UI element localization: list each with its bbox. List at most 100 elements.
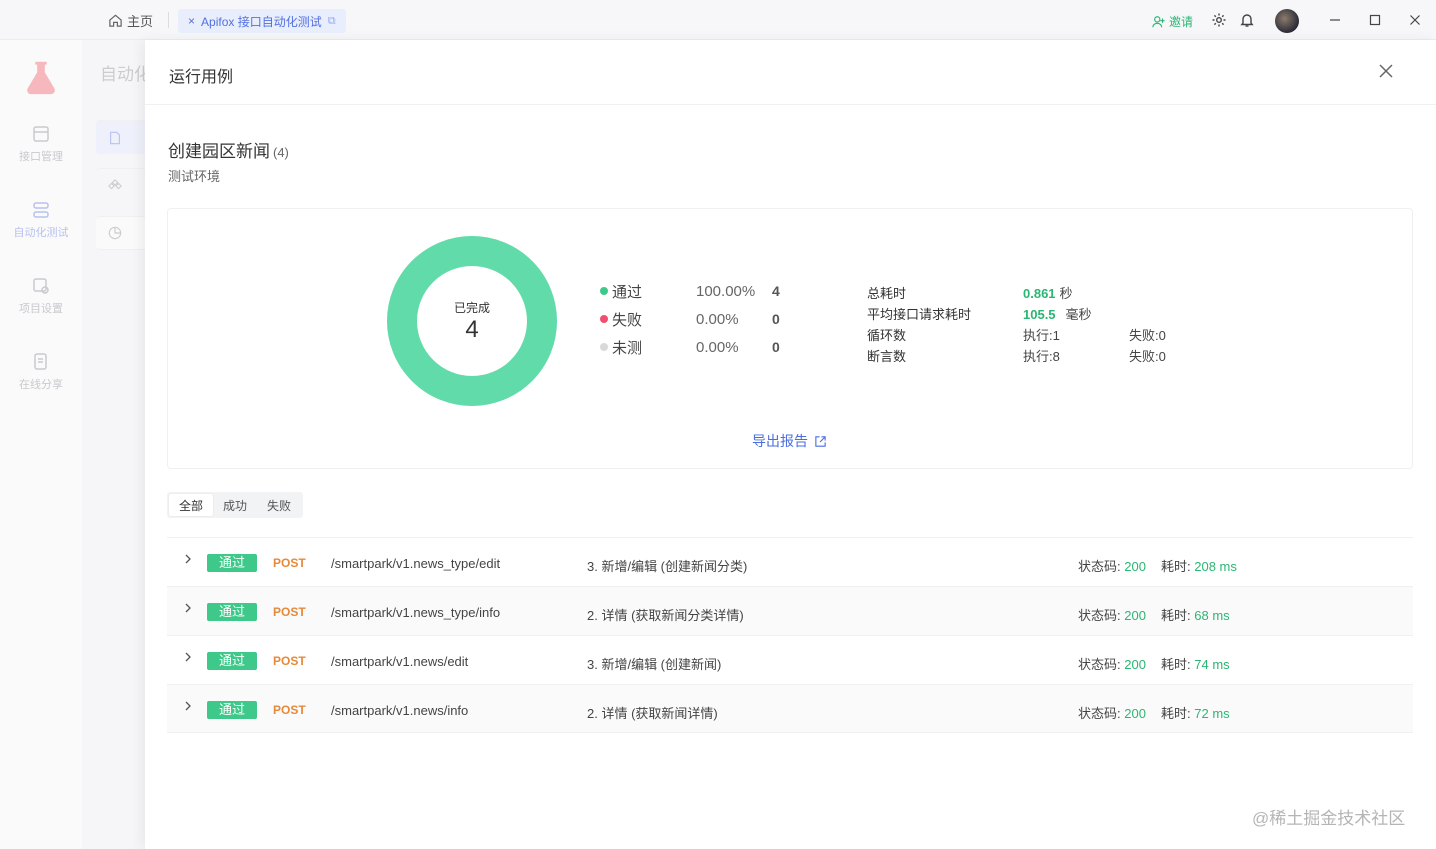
gear-icon[interactable] — [1210, 11, 1228, 29]
legend-dot — [600, 343, 608, 351]
subnav-item-data[interactable] — [96, 168, 146, 202]
step-description: 3. 新增/编辑 (创建新闻) — [587, 657, 722, 672]
active-tab[interactable]: × Apifox 接口自动化测试 ⧉ — [178, 9, 346, 33]
divider — [168, 12, 169, 28]
legend-dot — [600, 287, 608, 295]
tab-failed[interactable]: 失败 — [257, 494, 301, 516]
title-bar: 主页 × Apifox 接口自动化测试 ⧉ 邀请 — [0, 0, 1436, 40]
invite-label: 邀请 — [1169, 15, 1194, 29]
close-tab-icon[interactable]: × — [188, 14, 195, 28]
left-nav: 接口管理 自动化测试 项目设置 在线分享 — [0, 40, 82, 849]
api-path: /smartpark/v1.news_type/info — [331, 605, 501, 620]
environment-label: 测试环境 — [168, 169, 221, 184]
http-method: POST — [273, 703, 306, 717]
result-row[interactable]: 通过 POST /smartpark/v1.news_type/info 2. … — [167, 586, 1413, 635]
legend-count: 0 — [772, 311, 780, 327]
result-row[interactable]: 通过 POST /smartpark/v1.news/info 2. 详情 (获… — [167, 684, 1413, 733]
watermark: @稀土掘金技术社区 — [1252, 809, 1406, 828]
window-close-icon[interactable] — [1406, 11, 1424, 29]
cubes-icon — [108, 178, 122, 189]
summary-panel: 已完成 4 通过 100.00% 4 失败 0.00% 0 未测 0.00% 0… — [167, 208, 1413, 469]
drawer-header: 运行用例 — [145, 40, 1436, 105]
legend-pct: 0.00% — [696, 338, 739, 356]
loop-fail: 失败:0 — [1129, 328, 1166, 343]
api-path: /smartpark/v1.news_type/edit — [331, 556, 501, 571]
bell-icon[interactable] — [1238, 11, 1256, 29]
legend-label: 通过 — [612, 283, 643, 301]
elapsed-time: 耗时: 74 ms — [1161, 657, 1230, 672]
open-external-icon[interactable]: ⧉ — [328, 15, 336, 28]
close-icon[interactable] — [1377, 62, 1395, 80]
case-title: 创建园区新闻 (4) — [168, 137, 289, 162]
subnav-item-reports[interactable] — [96, 216, 146, 250]
home-tab[interactable]: 主页 — [108, 11, 153, 30]
http-method: POST — [273, 556, 306, 570]
flask-logo-icon — [27, 61, 55, 95]
legend-untested: 未测 0.00% 0 — [600, 337, 780, 357]
tab-label: Apifox 接口自动化测试 — [201, 14, 322, 29]
status-badge: 通过 — [207, 652, 257, 670]
chevron-right-icon[interactable] — [182, 602, 194, 614]
avatar[interactable] — [1275, 9, 1299, 33]
step-description: 2. 详情 (获取新闻分类详情) — [587, 608, 744, 623]
tab-all[interactable]: 全部 — [169, 494, 214, 516]
status-code: 状态码: 200 — [1078, 608, 1146, 623]
legend-count: 0 — [772, 339, 780, 355]
add-user-icon — [1152, 15, 1165, 27]
legend-pass: 通过 100.00% 4 — [600, 281, 780, 301]
api-path: /smartpark/v1.news/info — [331, 703, 469, 718]
tab-success[interactable]: 成功 — [213, 494, 257, 516]
chevron-right-icon[interactable] — [182, 553, 194, 565]
result-list: 通过 POST /smartpark/v1.news_type/edit 3. … — [167, 537, 1413, 733]
loop-exec: 执行:1 — [1023, 328, 1060, 343]
chevron-right-icon[interactable] — [182, 700, 194, 712]
case-count: (4) — [273, 145, 289, 160]
assert-fail: 失败:0 — [1129, 349, 1166, 364]
sub-nav: 自动化测试 — [82, 40, 146, 849]
step-description: 3. 新增/编辑 (创建新闻分类) — [587, 559, 748, 574]
status-badge: 通过 — [207, 701, 257, 719]
status-badge: 通过 — [207, 603, 257, 621]
status-code: 状态码: 200 — [1078, 706, 1146, 721]
total-time-value: 0.861 秒 — [1023, 286, 1073, 301]
legend-dot — [600, 315, 608, 323]
donut-label: 已完成 — [453, 301, 490, 315]
home-icon — [109, 14, 122, 27]
settings-icon — [33, 278, 49, 294]
run-case-drawer: 运行用例 创建园区新闻 (4) 测试环境 已完成 4 通过 100.00% 4 失… — [145, 40, 1436, 849]
maximize-icon[interactable] — [1366, 11, 1384, 29]
case-name: 创建园区新闻 — [168, 142, 270, 161]
legend-pct: 0.00% — [696, 310, 739, 328]
legend-label: 未测 — [612, 339, 643, 357]
avg-time-value: 105.5 毫秒 — [1023, 307, 1092, 322]
minimize-icon[interactable] — [1326, 11, 1344, 29]
http-method: POST — [273, 605, 306, 619]
document-icon — [110, 131, 120, 144]
legend-fail: 失败 0.00% 0 — [600, 309, 780, 329]
legend-pct: 100.00% — [696, 282, 756, 300]
nav-item-share[interactable]: 在线分享 — [0, 352, 82, 392]
loop-label: 循环数 — [867, 328, 907, 343]
status-badge: 通过 — [207, 554, 257, 572]
invite-button[interactable]: 邀请 — [1152, 13, 1193, 30]
pie-chart-icon — [108, 226, 122, 240]
assert-label: 断言数 — [867, 349, 907, 364]
elapsed-time: 耗时: 68 ms — [1161, 608, 1230, 623]
nav-item-api[interactable]: 接口管理 — [0, 124, 82, 164]
home-label: 主页 — [127, 14, 154, 29]
http-method: POST — [273, 654, 306, 668]
donut-value: 4 — [465, 316, 479, 343]
subnav-item-cases[interactable] — [96, 120, 146, 154]
result-row[interactable]: 通过 POST /smartpark/v1.news_type/edit 3. … — [167, 537, 1413, 586]
export-report-link[interactable]: 导出报告 — [752, 431, 827, 451]
result-row[interactable]: 通过 POST /smartpark/v1.news/edit 3. 新增/编辑… — [167, 635, 1413, 684]
nav-label: 项目设置 — [19, 303, 63, 315]
share-icon — [34, 353, 47, 370]
elapsed-time: 耗时: 72 ms — [1161, 706, 1230, 721]
api-icon — [33, 126, 49, 142]
nav-item-automation[interactable]: 自动化测试 — [0, 200, 82, 240]
chevron-right-icon[interactable] — [182, 651, 194, 663]
drawer-title: 运行用例 — [169, 69, 234, 86]
result-filter-tabs: 全部 成功 失败 — [167, 492, 304, 518]
nav-item-settings[interactable]: 项目设置 — [0, 276, 82, 316]
